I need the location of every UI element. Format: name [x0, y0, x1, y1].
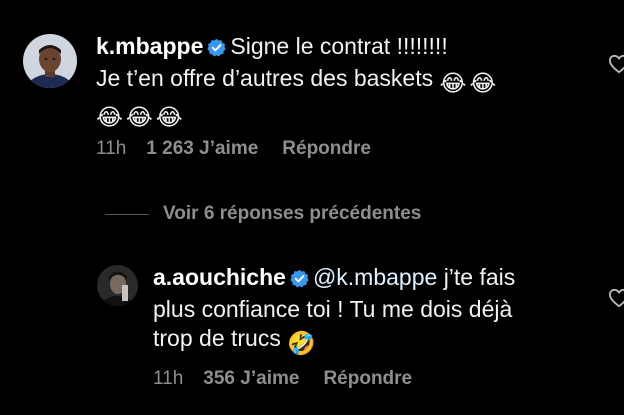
laughing-emoji-icon: 😂	[125, 104, 153, 130]
comment-text-line1: Signe le contrat !!!!!!!!	[230, 33, 448, 59]
comment-timestamp: 11h	[153, 368, 184, 389]
comment-text-line3: trop de trucs	[153, 325, 281, 351]
avatar-image	[23, 34, 77, 88]
comment-meta: 11h 356 J’aime Répondre	[153, 368, 436, 390]
view-previous-replies-button[interactable]: Voir 6 réponses précédentes	[105, 201, 421, 227]
heart-icon[interactable]	[608, 288, 624, 313]
laughing-emoji-icon: 😂	[439, 70, 467, 96]
mention-link[interactable]: @k.mbappe	[313, 264, 437, 290]
comment-text-line2: plus confiance toi ! Tu me dois déjà	[153, 296, 513, 322]
avatar[interactable]	[23, 34, 77, 88]
reply-button[interactable]: Répondre	[282, 138, 371, 159]
laughing-emoji-icon: 😂	[96, 104, 123, 130]
laughing-emoji-icon: 😂	[469, 70, 497, 96]
comment-username[interactable]: k.mbappe	[96, 33, 203, 59]
verified-badge-icon	[290, 266, 309, 295]
like-count[interactable]: 356 J’aime	[203, 368, 299, 389]
laughing-emoji-icon: 😂	[155, 104, 183, 130]
avatar[interactable]	[97, 265, 138, 306]
comment-text-line1: j’te fais	[443, 264, 516, 290]
heart-icon[interactable]	[608, 54, 624, 79]
verified-badge-icon	[207, 35, 226, 64]
comment-meta: 11h 1 263 J’aime Répondre	[96, 138, 395, 160]
comment-text-line2: Je t’en offre d’autres des baskets	[96, 65, 434, 91]
comment-username[interactable]: a.aouchiche	[153, 264, 286, 290]
view-replies-label: Voir 6 réponses précédentes	[163, 203, 422, 224]
comment-timestamp: 11h	[96, 138, 127, 159]
rofl-emoji-icon: 🤣	[287, 330, 316, 356]
avatar-image	[97, 265, 138, 306]
reply-button[interactable]: Répondre	[323, 368, 412, 389]
divider	[105, 213, 149, 215]
like-count[interactable]: 1 263 J’aime	[146, 138, 258, 159]
